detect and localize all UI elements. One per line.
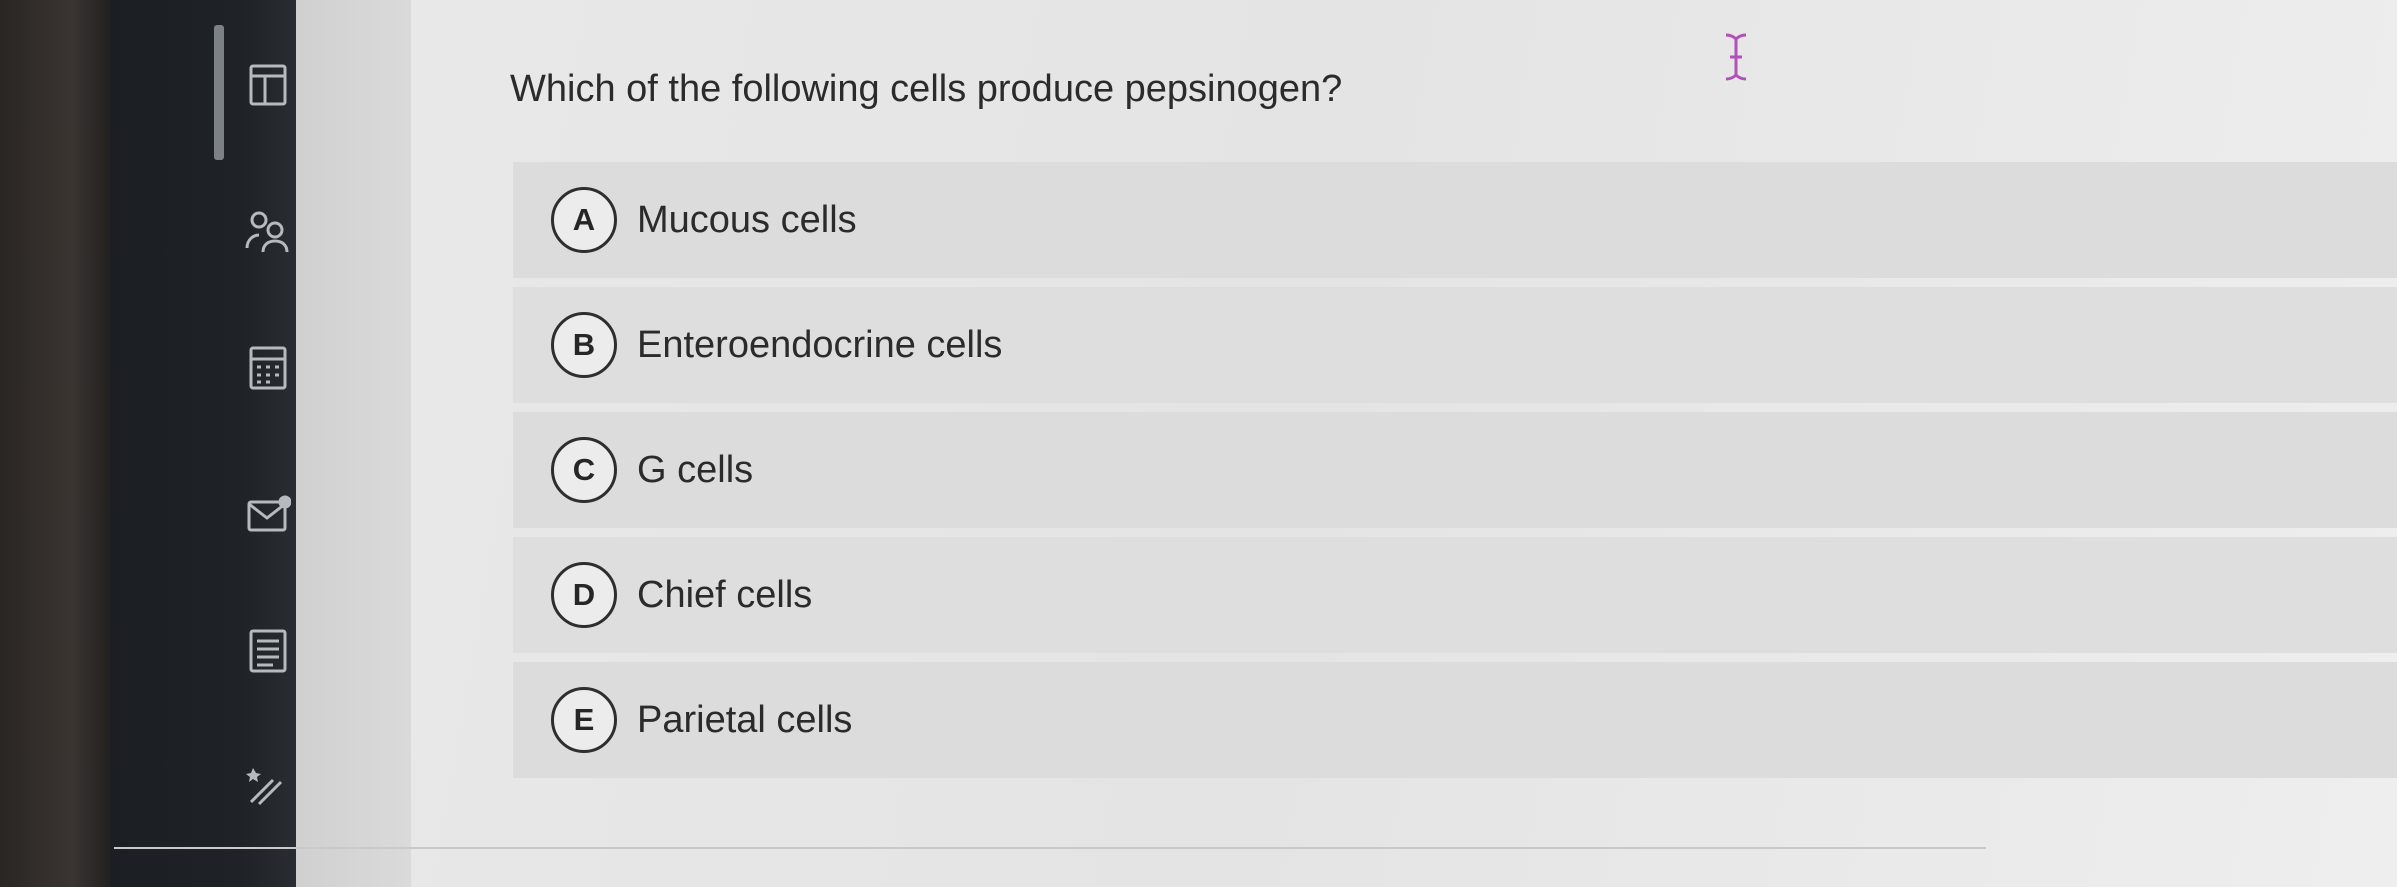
answer-option-c[interactable]: C G cells	[513, 412, 2397, 528]
option-label: G cells	[637, 448, 754, 491]
document-icon[interactable]	[245, 62, 291, 108]
question-panel: Which of the following cells produce pep…	[411, 0, 2397, 887]
option-label: Parietal cells	[637, 698, 853, 741]
tools-icon[interactable]	[245, 762, 291, 808]
screen-bezel	[0, 0, 120, 887]
option-letter-badge: B	[551, 312, 617, 378]
option-label: Mucous cells	[637, 198, 857, 241]
option-letter-badge: C	[551, 437, 617, 503]
bottom-divider	[114, 847, 1986, 849]
side-panel-gutter	[296, 0, 411, 887]
answer-option-a[interactable]: A Mucous cells	[513, 162, 2397, 278]
option-letter-badge: A	[551, 187, 617, 253]
notes-icon[interactable]	[245, 628, 291, 674]
option-letter-badge: D	[551, 562, 617, 628]
people-icon[interactable]	[245, 208, 291, 254]
mail-icon[interactable]	[245, 492, 291, 538]
text-cursor-icon	[1723, 32, 1749, 82]
sidebar	[110, 0, 300, 887]
option-letter-badge: E	[551, 687, 617, 753]
option-label: Enteroendocrine cells	[637, 323, 1003, 366]
question-text: Which of the following cells produce pep…	[510, 68, 1343, 110]
sidebar-active-indicator	[214, 25, 224, 160]
calculator-icon[interactable]	[245, 345, 291, 391]
option-label: Chief cells	[637, 573, 813, 616]
answer-option-d[interactable]: D Chief cells	[513, 537, 2397, 653]
answer-options: A Mucous cells B Enteroendocrine cells C…	[513, 162, 2397, 787]
answer-option-b[interactable]: B Enteroendocrine cells	[513, 287, 2397, 403]
answer-option-e[interactable]: E Parietal cells	[513, 662, 2397, 778]
